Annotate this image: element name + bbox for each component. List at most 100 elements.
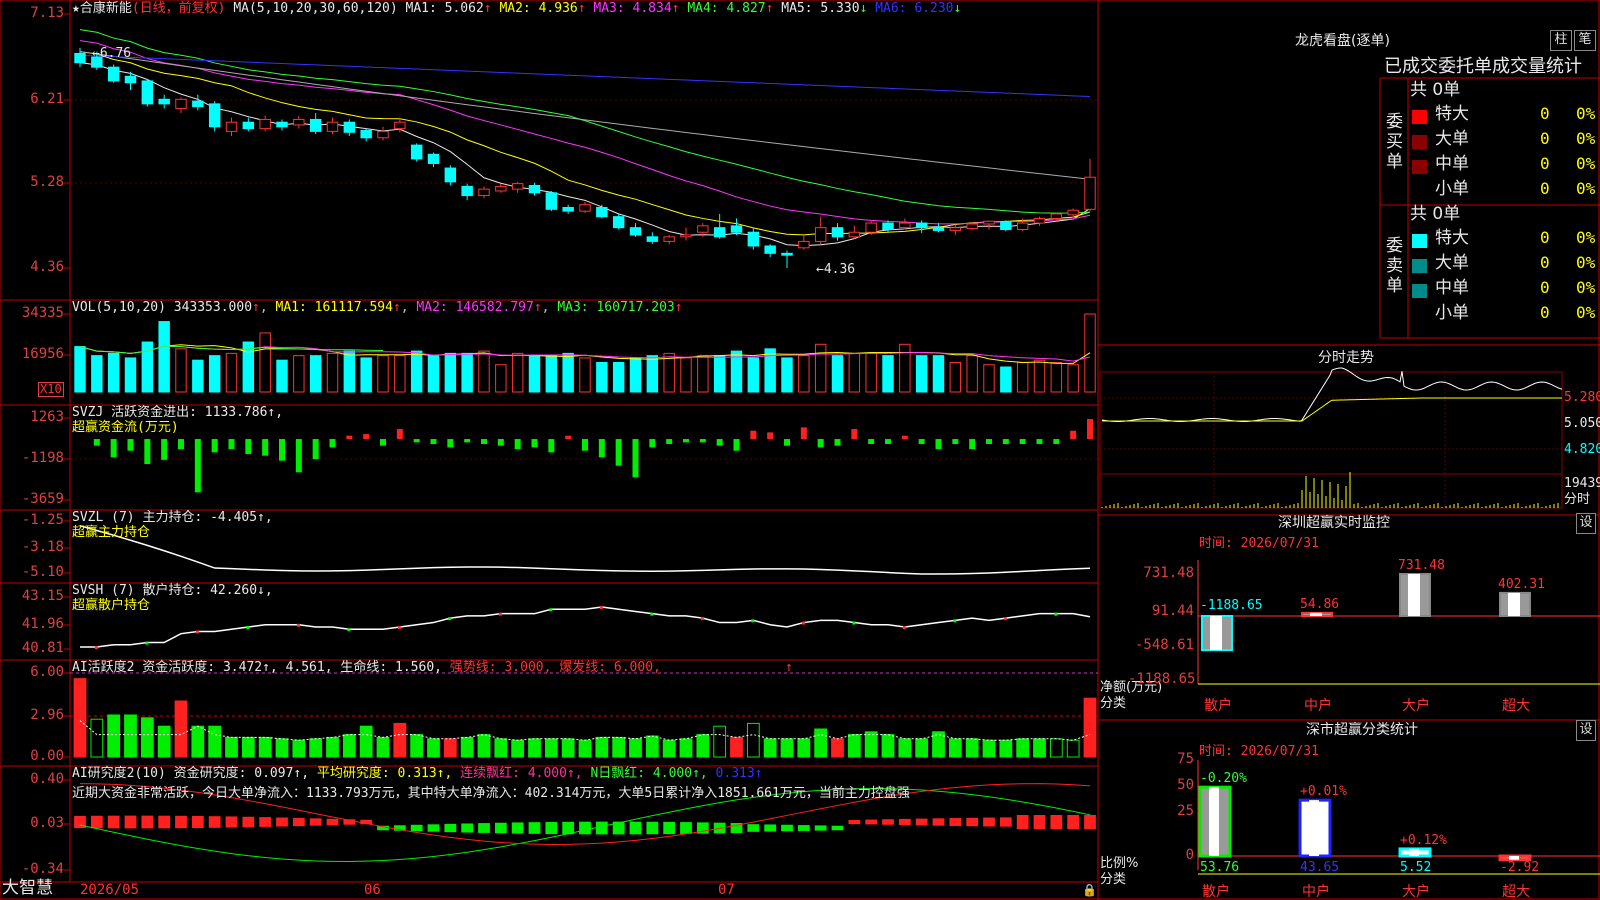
- pen-button[interactable]: 笔: [1574, 30, 1596, 51]
- ai2-bar: [175, 815, 187, 829]
- pillar-button[interactable]: 柱: [1550, 30, 1572, 51]
- svsh-dot: [296, 623, 300, 627]
- date-label-may: 2026/05: [80, 882, 140, 898]
- svzl-subtitle: 超赢主力持仓: [72, 525, 151, 540]
- ai1-bar: [326, 736, 339, 758]
- monitor-ytick: 91.44: [1151, 603, 1194, 619]
- y-axis-label-svzl: -5.10: [21, 564, 64, 580]
- vol-bar: [410, 350, 423, 393]
- vol-bar: [848, 352, 861, 393]
- svzj-bar: [784, 439, 790, 446]
- vol-bar: [158, 321, 170, 393]
- ai1-bar: [595, 736, 609, 758]
- vol-bar: [74, 346, 86, 393]
- vol-ma3: 160717.203: [596, 300, 675, 315]
- candle-body: [293, 118, 305, 126]
- ai1-bar: [140, 717, 154, 758]
- ma-value-5: MA5: 5.330↓: [781, 1, 868, 16]
- classify-ytick: 50: [1177, 777, 1194, 793]
- svsh-dot: [852, 621, 856, 625]
- monitor-settings-button[interactable]: 设: [1576, 513, 1596, 534]
- classify-bar-change: +0.01%: [1300, 784, 1347, 800]
- ai2-bar: [949, 818, 962, 826]
- candle-body: [764, 245, 776, 254]
- candle-body: [713, 227, 726, 238]
- svsh-dot: [246, 626, 250, 629]
- svzj-bar: [716, 439, 723, 446]
- monitor-ytick: 731.48: [1143, 565, 1194, 581]
- ai1-bar: [915, 738, 929, 758]
- monitor-bar-highlight: [1210, 616, 1222, 651]
- ai1-bar: [1016, 738, 1030, 758]
- sell-row-count: 0: [1540, 228, 1550, 247]
- candle-body: [225, 121, 238, 132]
- buy-row-name: 中单: [1435, 154, 1469, 174]
- svsh-subtitle: 超赢散户持仓: [72, 598, 151, 613]
- ai2-bar: [747, 824, 760, 832]
- candle-body: [1050, 213, 1063, 219]
- vol-bar: [377, 355, 389, 393]
- vol-ma2: 146582.797: [455, 300, 534, 315]
- lock-icon[interactable]: 🔒: [1082, 882, 1097, 898]
- vol-bar: [511, 352, 524, 393]
- svsh-dot: [902, 626, 906, 629]
- svzj-bar: [767, 432, 774, 440]
- ai2-bar: [494, 822, 507, 834]
- candle-body: [427, 153, 440, 164]
- stock-name[interactable]: ★合康新能: [72, 1, 132, 16]
- ai1-bar: [948, 738, 962, 758]
- buy-row-count: 0: [1540, 104, 1550, 123]
- ai2-bar: [646, 821, 659, 835]
- ai2-bar: [663, 821, 676, 835]
- main-chart-svg[interactable]: [0, 0, 1600, 900]
- monitor-bar-category: 中户: [1304, 698, 1332, 714]
- svzj-bar: [178, 439, 184, 450]
- ai1-bar: [309, 738, 323, 758]
- ai2-bar: [259, 817, 272, 827]
- vol-bar: [899, 343, 911, 393]
- vol-title: VOL(5,10,20): [72, 300, 166, 315]
- candle-body: [1033, 217, 1046, 224]
- ai2-bar: [528, 822, 541, 834]
- vol-bar: [966, 355, 978, 393]
- ma-value-3: MA3: 4.834↑: [593, 1, 680, 16]
- candle-body: [394, 121, 406, 130]
- chart-stage[interactable]: ★合康新能(日线，前复权) MA(5,10,20,30,60,120) MA1:…: [0, 0, 1600, 900]
- svsh-dot: [94, 646, 98, 649]
- ai1-bar: [427, 738, 440, 758]
- ai1-bar: [107, 714, 121, 758]
- svsh-dot: [1003, 617, 1007, 621]
- ai1-bar: [208, 725, 222, 758]
- ai1-bar: [292, 739, 306, 758]
- vol-bar: [175, 348, 187, 393]
- svzj-bar: [901, 435, 908, 440]
- order-stats-subtitle: 已成交委托单成交量统计: [1384, 56, 1582, 77]
- buy-row-count: 0: [1540, 179, 1550, 198]
- svsh-dot: [397, 626, 401, 629]
- svzj-bar: [262, 439, 269, 456]
- candle-body: [444, 167, 457, 183]
- ai1-bar: [410, 734, 424, 758]
- svzj-bar: [295, 439, 302, 473]
- classify-settings-button[interactable]: 设: [1576, 720, 1596, 741]
- vol-bar: [276, 359, 288, 393]
- vol-bar: [309, 355, 322, 393]
- vol-bar: [646, 355, 659, 393]
- ai2-bar: [444, 823, 457, 833]
- ai1-bar: [898, 738, 912, 758]
- candle-body: [124, 75, 137, 84]
- ai2-bar: [848, 819, 861, 825]
- ai1-bar: [460, 736, 474, 758]
- svzj-bar: [380, 439, 386, 446]
- y-axis-label-ai1: 0.00: [30, 748, 64, 764]
- monitor-title: 深圳超赢实时监控: [1278, 515, 1390, 531]
- candle-body: [562, 206, 574, 212]
- ai2-bar: [326, 818, 339, 826]
- vol-bar: [781, 357, 793, 393]
- svzj-bar: [598, 439, 605, 458]
- ai2-bar: [882, 819, 894, 825]
- candle-body: [646, 236, 659, 242]
- ai2-bar: [932, 818, 945, 826]
- vol-bar: [107, 352, 120, 393]
- y-axis-label-vol: 16956: [21, 346, 64, 362]
